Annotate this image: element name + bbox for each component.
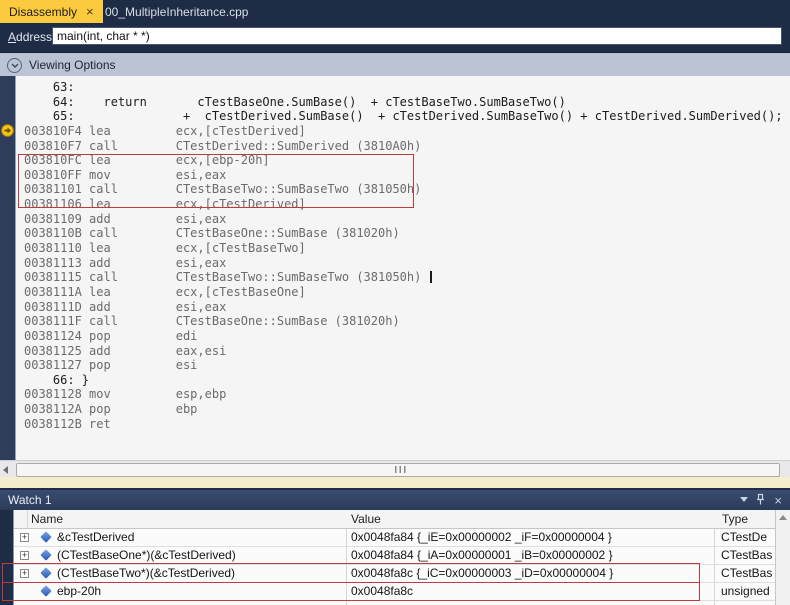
address-input[interactable] bbox=[52, 27, 782, 45]
tab-disassembly-label: Disassembly bbox=[9, 5, 77, 19]
asm-line[interactable]: 0038111A lea ecx,[cTestBaseOne] bbox=[16, 285, 790, 300]
annotation-box-disassembly bbox=[18, 154, 414, 208]
watch-variable-icon bbox=[40, 531, 51, 542]
expand-plus-icon[interactable]: + bbox=[20, 551, 29, 560]
source-line[interactable]: 63: bbox=[16, 80, 790, 95]
asm-line[interactable]: 00381124 pop edi bbox=[16, 329, 790, 344]
window-menu-icon[interactable] bbox=[740, 497, 748, 502]
watch-name-cell[interactable]: (CTestBaseOne*)(&cTestDerived) bbox=[57, 548, 236, 562]
annotation-box-watch-row4 bbox=[2, 582, 700, 601]
document-bottom-strip bbox=[0, 477, 790, 488]
tab-close-icon[interactable]: × bbox=[86, 5, 94, 18]
source-line[interactable]: 66: } bbox=[16, 373, 790, 388]
column-header-name[interactable]: Name bbox=[31, 512, 63, 526]
watch-row[interactable]: + &cTestDerived 0x0048fa84 {_iE=0x00000002… bbox=[14, 529, 790, 547]
asm-line[interactable]: 003810F4 lea ecx,[cTestDerived] bbox=[16, 124, 790, 139]
asm-line[interactable]: 00381113 add esi,eax bbox=[16, 256, 790, 271]
asm-line[interactable]: 0038111D add esi,eax bbox=[16, 300, 790, 315]
asm-line[interactable]: 0038110B call CTestBaseOne::SumBase (381… bbox=[16, 226, 790, 241]
asm-line[interactable]: 00381110 lea ecx,[cTestBaseTwo] bbox=[16, 241, 790, 256]
horizontal-scrollbar-thumb[interactable] bbox=[16, 463, 780, 477]
asm-line[interactable]: 00381115 call CTestBaseTwo::SumBaseTwo (… bbox=[16, 270, 790, 285]
asm-line[interactable]: 00381128 mov esp,ebp bbox=[16, 387, 790, 402]
watch-header-row: Name Value Type bbox=[14, 510, 790, 529]
scrollbar-grip-icon bbox=[395, 466, 407, 473]
address-label-rest: ddress: bbox=[16, 30, 55, 44]
scroll-up-arrow-icon[interactable] bbox=[779, 515, 787, 520]
tab-cpp-label: 00_MultipleInheritance.cpp bbox=[105, 5, 248, 19]
collapse-chevron-icon[interactable] bbox=[7, 58, 22, 73]
asm-line[interactable]: 00381109 add esi,eax bbox=[16, 212, 790, 227]
watch-vertical-scrollbar[interactable] bbox=[775, 510, 790, 605]
watch-value-cell[interactable]: 0x0048fa84 {_iE=0x00000002 _iF=0x0000000… bbox=[351, 530, 612, 544]
horizontal-scrollbar[interactable] bbox=[0, 460, 790, 477]
watch-title-bar[interactable]: Watch 1 × bbox=[0, 490, 790, 510]
disassembly-window: Disassembly × 00_MultipleInheritance.cpp… bbox=[0, 0, 790, 605]
asm-line[interactable]: 0038111F call CTestBaseOne::SumBase (381… bbox=[16, 314, 790, 329]
asm-line[interactable]: 00381125 add eax,esi bbox=[16, 344, 790, 359]
column-divider bbox=[27, 510, 28, 529]
watch-name-cell[interactable]: &cTestDerived bbox=[57, 530, 134, 544]
expand-plus-icon[interactable]: + bbox=[20, 533, 29, 542]
asm-line[interactable]: 00381127 pop esi bbox=[16, 358, 790, 373]
text-caret bbox=[430, 271, 432, 283]
column-header-value[interactable]: Value bbox=[351, 512, 381, 526]
address-label: Address: bbox=[8, 30, 55, 44]
scroll-left-arrow-icon[interactable] bbox=[3, 466, 8, 474]
source-line[interactable]: 65: + cTestDerived.SumBase() + cTestDeri… bbox=[16, 109, 790, 124]
asm-line[interactable]: 0038112A pop ebp bbox=[16, 402, 790, 417]
document-tab-bar: Disassembly × 00_MultipleInheritance.cpp bbox=[0, 0, 790, 23]
watch-value-cell[interactable]: 0x0048fa84 {_iA=0x00000001 _iB=0x0000000… bbox=[351, 548, 613, 562]
disassembly-editor[interactable]: 63: 64: return cTestBaseOne.SumBase() + … bbox=[0, 76, 790, 460]
pin-icon[interactable] bbox=[755, 493, 766, 509]
annotation-box-watch-row3 bbox=[2, 563, 700, 583]
watch-type-cell[interactable]: CTestBas bbox=[721, 548, 775, 562]
asm-line[interactable]: 0038112B ret bbox=[16, 417, 790, 432]
tab-multipleinheritance-cpp[interactable]: 00_MultipleInheritance.cpp bbox=[96, 0, 257, 23]
tab-disassembly[interactable]: Disassembly × bbox=[0, 0, 103, 23]
watch-type-cell[interactable]: unsigned bbox=[721, 584, 775, 598]
viewing-options-label: Viewing Options bbox=[29, 58, 116, 72]
address-bar: Address: bbox=[0, 23, 790, 52]
current-statement-arrow-icon bbox=[1, 124, 14, 137]
column-header-type[interactable]: Type bbox=[722, 512, 748, 526]
viewing-options-bar[interactable]: Viewing Options bbox=[0, 52, 790, 76]
watch-variable-icon bbox=[40, 549, 51, 560]
source-line[interactable]: 64: return cTestBaseOne.SumBase() + cTes… bbox=[16, 95, 790, 110]
asm-line[interactable]: 003810F7 call CTestDerived::SumDerived (… bbox=[16, 139, 790, 154]
code-lines: 63: 64: return cTestBaseOne.SumBase() + … bbox=[16, 80, 790, 431]
close-icon[interactable]: × bbox=[774, 493, 782, 508]
watch-type-cell[interactable]: CTestDe bbox=[721, 530, 775, 544]
address-label-accel: A bbox=[8, 30, 16, 44]
watch-title: Watch 1 bbox=[8, 493, 52, 507]
watch-type-cell[interactable]: CTestBas bbox=[721, 566, 775, 580]
